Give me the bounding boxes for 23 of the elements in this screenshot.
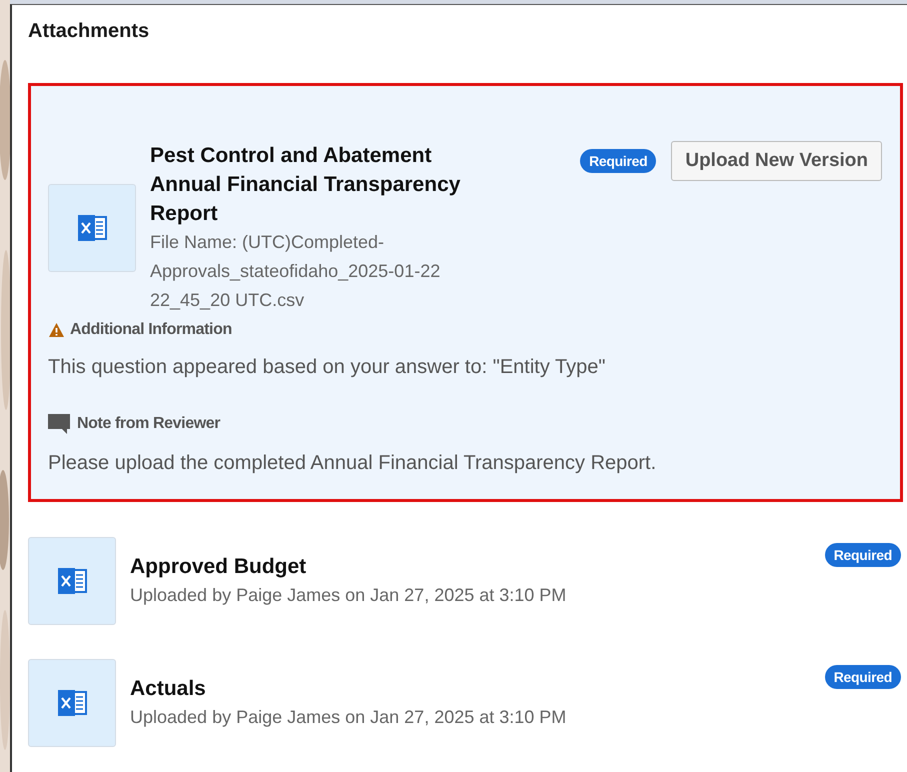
spreadsheet-file-icon [57,567,87,595]
attachment-title: Pest Control and Abatement Annual Financial Transparency Report [150,143,462,227]
attachment-title: Actuals [130,676,207,702]
required-badge: Required [580,149,656,173]
attachment-title: Approved Budget [130,554,308,580]
info-text: This question appeared based on your answer to: "Entity Type" [48,356,606,379]
section-title: Attachments [28,20,150,43]
note-text: Please upload the completed Annual Financial Transparency Report. [48,452,658,475]
attachment-subtitle: Uploaded by Paige James on Jan 27, 2025 at 3:10 PM [130,706,568,729]
attachment-subtitle: File Name: (UTC)Completed-Approvals_stateofidaho_2025-01-22 22_45_20 UTC.csv [150,231,442,312]
file-thumbnail[interactable] [28,537,116,625]
warning-icon [48,322,65,338]
attachment-subtitle: Uploaded by Paige James on Jan 27, 2025 at 3:10 PM [130,584,568,607]
required-badge: Required [824,543,901,567]
file-thumbnail[interactable] [28,659,116,747]
upload-button[interactable]: Upload New Version [671,141,882,181]
note-heading: Note from Reviewer [77,415,220,433]
file-thumbnail[interactable] [48,184,136,272]
required-badge: Required [824,665,901,689]
spreadsheet-file-icon [57,689,87,717]
spreadsheet-file-icon [77,214,107,242]
info-heading: Additional Information [70,321,232,339]
comment-icon [48,413,72,435]
